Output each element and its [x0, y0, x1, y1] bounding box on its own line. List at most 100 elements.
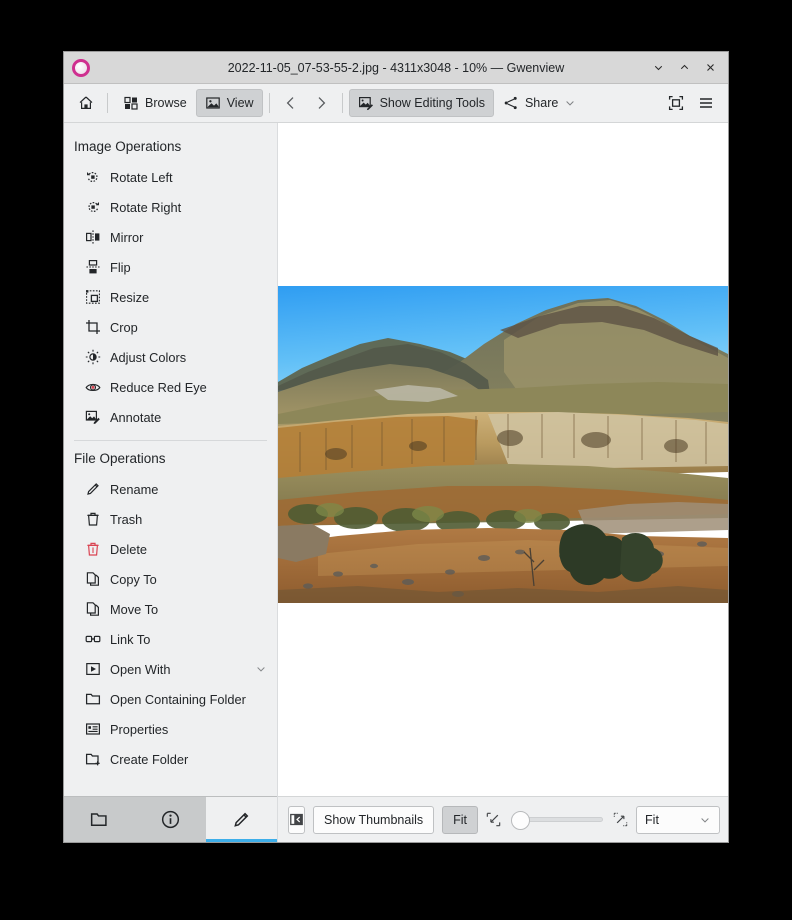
sidebar-item-label: Rotate Right — [110, 199, 182, 215]
sidebar-item-label: Link To — [110, 631, 151, 647]
chevron-left-icon — [286, 97, 294, 109]
annotate-icon — [85, 410, 100, 424]
sidebar-item-label: Flip — [110, 259, 131, 275]
sidebar-item-rotate-right[interactable]: Rotate Right — [64, 192, 277, 222]
sidebar-item-label: Adjust Colors — [110, 349, 187, 365]
sidebar-tab-bar — [64, 796, 277, 842]
sidebar-item-label: Rotate Left — [110, 169, 173, 185]
sidebar-item-open-containing-folder[interactable]: Open Containing Folder — [64, 684, 277, 714]
sidebar-item-copy-to[interactable]: Copy To — [64, 564, 277, 594]
image-operations-title: Image Operations — [74, 139, 182, 154]
image-view-container: Show Thumbnails Fit Fit — [278, 123, 728, 842]
sidebar-item-label: Resize — [110, 289, 150, 305]
copy-icon — [86, 602, 99, 616]
toolbar-separator — [107, 93, 108, 113]
toggle-sidebar-button[interactable] — [288, 805, 305, 834]
image-edit-icon — [358, 96, 373, 111]
red-eye-icon — [85, 383, 101, 392]
browse-label: Browse — [145, 96, 187, 110]
image-view[interactable] — [278, 123, 728, 796]
title-bar: 2022-11-05_07-53-55-2.jpg - 4311x3048 - … — [64, 52, 728, 84]
open-with-icon — [86, 662, 100, 676]
view-button[interactable]: View — [195, 89, 263, 117]
zoom-out-icon[interactable] — [486, 812, 501, 827]
sidebar-item-label: Create Folder — [110, 751, 189, 767]
browse-button[interactable]: Browse — [114, 89, 196, 117]
rotate-right-icon — [88, 202, 99, 212]
window-controls — [646, 56, 728, 80]
minimize-button[interactable] — [646, 56, 670, 80]
photo-artwork — [278, 286, 728, 603]
show-thumbnails-button[interactable]: Show Thumbnails — [313, 805, 435, 834]
zoom-slider[interactable] — [511, 809, 604, 831]
sidebar-item-link-to[interactable]: Link To — [64, 624, 277, 654]
zoom-mode-value: Fit — [645, 812, 659, 827]
next-image-button[interactable] — [306, 89, 336, 117]
rotate-left-icon — [87, 172, 98, 182]
side-tab-operations[interactable] — [206, 797, 277, 842]
sidebar-item-crop[interactable]: Crop — [64, 312, 277, 342]
sidebar-item-label: Annotate — [110, 409, 162, 425]
sidebar-item-label: Delete — [110, 541, 147, 557]
show-editing-tools-button[interactable]: Show Editing Tools — [348, 89, 494, 117]
status-bar: Show Thumbnails Fit Fit — [278, 796, 728, 842]
maximize-button[interactable] — [672, 56, 696, 80]
grid-icon — [124, 96, 138, 110]
sidebar-item-label: Move To — [110, 601, 159, 617]
resize-icon — [86, 290, 100, 304]
sidebar-item-properties[interactable]: Properties — [64, 714, 277, 744]
close-button[interactable] — [698, 56, 722, 80]
photo-canyon-landscape — [278, 286, 728, 603]
sidebar-item-adjust-colors[interactable]: Adjust Colors — [64, 342, 277, 372]
zoom-in-icon[interactable] — [613, 812, 628, 827]
fullscreen-button[interactable] — [661, 89, 691, 117]
properties-icon — [86, 723, 101, 735]
info-icon — [161, 810, 180, 829]
sidebar-item-reduce-red-eye[interactable]: Reduce Red Eye — [64, 372, 277, 402]
pencil-icon — [87, 483, 99, 495]
previous-image-button[interactable] — [276, 89, 306, 117]
window-body: Image Operations Rotate Left Rotate Righ… — [64, 123, 728, 842]
folder-new-icon — [85, 753, 100, 766]
sidebar-item-create-folder[interactable]: Create Folder — [64, 744, 277, 774]
chevron-right-icon — [318, 97, 325, 109]
side-tab-info[interactable] — [135, 797, 206, 842]
fit-button[interactable]: Fit — [442, 805, 479, 834]
home-icon — [79, 96, 93, 109]
home-button[interactable] — [71, 89, 101, 117]
image-icon — [205, 97, 220, 109]
toolbar-separator-3 — [341, 93, 343, 113]
sidebar-item-rotate-left[interactable]: Rotate Left — [64, 162, 277, 192]
copy-icon — [86, 572, 99, 586]
sidebar-item-resize[interactable]: Resize — [64, 282, 277, 312]
toolbar-separator-2 — [268, 93, 270, 113]
sidebar-item-move-to[interactable]: Move To — [64, 594, 277, 624]
sidebar-divider — [74, 440, 267, 441]
zoom-mode-select[interactable]: Fit — [636, 805, 721, 834]
sidebar-item-delete[interactable]: Delete — [64, 534, 277, 564]
crop-icon — [86, 320, 100, 334]
zoom-slider-handle[interactable] — [511, 810, 531, 830]
sidebar-item-label: Mirror — [110, 229, 144, 245]
share-button[interactable]: Share — [494, 89, 585, 117]
sidebar-item-label: Rename — [110, 481, 159, 497]
side-tab-folder[interactable] — [64, 797, 135, 842]
sidebar-item-label: Copy To — [110, 571, 157, 587]
sidebar-item-label: Open With — [110, 661, 171, 677]
sidebar-item-open-with[interactable]: Open With — [64, 654, 277, 684]
chevron-down-icon — [566, 101, 575, 106]
folder-icon — [90, 813, 107, 826]
sidebar-item-flip[interactable]: Flip — [64, 252, 277, 282]
chevron-down-icon — [257, 667, 265, 672]
main-menu-button[interactable] — [691, 89, 721, 117]
folder-icon — [85, 693, 101, 705]
sidebar-item-label: Open Containing Folder — [110, 691, 246, 707]
sidebar-item-rename[interactable]: Rename — [64, 474, 277, 504]
sidebar-item-mirror[interactable]: Mirror — [64, 222, 277, 252]
sidebar-item-label: Crop — [110, 319, 138, 335]
show-editing-tools-label: Show Editing Tools — [379, 96, 485, 110]
brightness-icon — [85, 349, 101, 365]
sidebar-item-annotate[interactable]: Annotate — [64, 402, 277, 432]
sidebar-item-label: Trash — [110, 511, 143, 527]
sidebar-item-trash[interactable]: Trash — [64, 504, 277, 534]
